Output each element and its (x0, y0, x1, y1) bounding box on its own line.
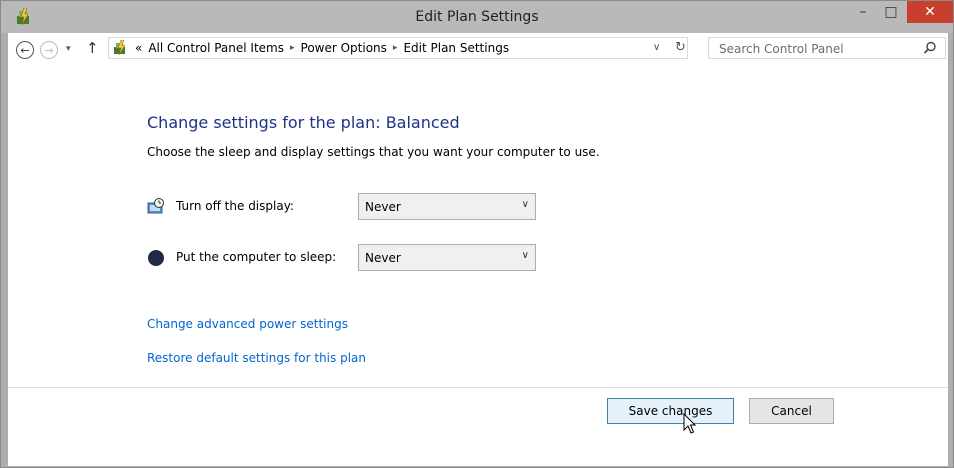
breadcrumb-overflow[interactable]: « (135, 41, 142, 55)
sleep-moon-icon (148, 250, 164, 266)
minimize-button[interactable]: – (849, 1, 877, 23)
display-label: Turn off the display: (176, 199, 294, 213)
breadcrumb-item-power-options[interactable]: Power Options (301, 41, 387, 55)
sleep-timeout-select[interactable]: Never ∨ (358, 244, 536, 271)
display-timer-icon (147, 198, 164, 214)
breadcrumb[interactable]: « All Control Panel Items ▸ Power Option… (108, 37, 688, 59)
breadcrumb-separator-icon[interactable]: ▸ (393, 43, 398, 53)
control-panel-icon (114, 40, 126, 56)
close-button[interactable]: ✕ (907, 1, 953, 23)
setting-row-display: Turn off the display: Never ∨ (147, 193, 547, 221)
chevron-down-icon: ∨ (521, 250, 529, 261)
address-bar: ← → ▾ ↑ « All Control Panel Items ▸ Powe… (8, 33, 948, 63)
forward-button[interactable]: → (40, 41, 58, 59)
divider (8, 387, 948, 388)
recent-locations-dropdown[interactable]: ▾ (66, 44, 71, 54)
breadcrumb-separator-icon[interactable]: ▸ (290, 43, 295, 53)
display-timeout-select[interactable]: Never ∨ (358, 193, 536, 220)
window-title: Edit Plan Settings (415, 9, 539, 25)
breadcrumb-item-all-control-panel-items[interactable]: All Control Panel Items (148, 41, 284, 55)
maximize-button[interactable]: □ (877, 1, 905, 23)
cancel-button[interactable]: Cancel (749, 398, 834, 424)
mouse-cursor-icon (683, 413, 696, 434)
search-box[interactable] (708, 37, 946, 60)
page-description: Choose the sleep and display settings th… (147, 145, 600, 159)
address-dropdown-icon[interactable]: ∨ (653, 42, 660, 53)
window: Edit Plan Settings – □ ✕ ← → ▾ ↑ « All C… (0, 0, 954, 468)
main-content: Change settings for the plan: Balanced C… (8, 63, 948, 466)
back-button[interactable]: ← (16, 41, 34, 59)
refresh-icon[interactable]: ↻ (675, 40, 686, 55)
sleep-timeout-value: Never (365, 251, 401, 265)
up-button[interactable]: ↑ (86, 39, 99, 57)
title-bar[interactable]: Edit Plan Settings – □ ✕ (1, 1, 953, 33)
search-input[interactable] (709, 38, 921, 60)
sleep-label: Put the computer to sleep: (176, 250, 337, 264)
page-title: Change settings for the plan: Balanced (147, 113, 460, 132)
display-timeout-value: Never (365, 200, 401, 214)
save-changes-button[interactable]: Save changes (607, 398, 734, 424)
chevron-down-icon: ∨ (521, 199, 529, 210)
breadcrumb-item-edit-plan-settings[interactable]: Edit Plan Settings (403, 41, 509, 55)
setting-row-sleep: Put the computer to sleep: Never ∨ (147, 244, 547, 272)
search-icon[interactable] (923, 41, 937, 55)
advanced-settings-link[interactable]: Change advanced power settings (147, 317, 348, 331)
restore-defaults-link[interactable]: Restore default settings for this plan (147, 351, 366, 365)
